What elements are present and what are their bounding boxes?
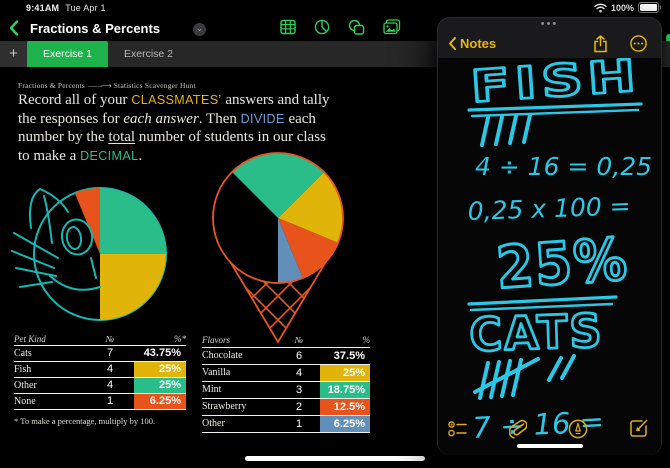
pie-slice-other [100, 188, 166, 254]
table-row: Other 4 25% [14, 377, 186, 393]
decimal-highlight: DECIMAL [80, 149, 138, 163]
slideover-drag-handle[interactable]: ••• [438, 19, 661, 29]
ipad-screen: 9:41AM Tue Apr 1 100% Fractions & Percent… [0, 0, 670, 468]
tab-exercise-1[interactable]: Exercise 1 [27, 41, 108, 67]
notes-back-button[interactable]: Notes [448, 36, 496, 51]
shapes-icon[interactable] [348, 19, 365, 35]
markup-pen-icon[interactable] [568, 419, 588, 439]
col-header: № [278, 334, 320, 347]
notes-slideover-panel: ••• Notes FISH [437, 17, 662, 455]
fish-tally-marks [482, 115, 530, 145]
panel-home-indicator[interactable] [517, 444, 583, 448]
note-result-25pct: 25% [494, 225, 630, 302]
classmates-highlight: CLASSMATES’ [131, 93, 221, 107]
divide-highlight: DIVIDE [241, 112, 285, 126]
col-header: № [86, 334, 134, 345]
col-header: Flavors [202, 334, 278, 347]
compose-icon[interactable] [629, 418, 649, 438]
result-underline [469, 297, 616, 304]
clock: 9:41AM [26, 3, 59, 13]
handwriting-ink: FISH 4 ÷ 16 = 0,25 0,25 x 100 = 25% CATS [438, 58, 661, 455]
flavors-table: Flavors № % Chocolate 6 37.5% Vanilla 4 … [202, 334, 370, 433]
table-row: Other 1 6.25% [202, 415, 370, 432]
table-row: Cats 7 43.75% [14, 345, 186, 361]
note-word-cats: CATS [468, 303, 604, 362]
battery-percent: 100% [611, 3, 634, 13]
pie-slice-none [75, 188, 100, 254]
fish-underline [469, 104, 641, 110]
chevron-left-icon [448, 37, 456, 50]
title-menu-chevron-icon[interactable]: ⌄ [193, 23, 206, 36]
wifi-icon [594, 3, 607, 13]
note-word-fish: FISH [469, 58, 642, 113]
cats-tally-marks [475, 356, 574, 398]
document-title[interactable]: Fractions & Percents [30, 21, 160, 36]
note-drawing-canvas[interactable]: FISH 4 ÷ 16 = 0,25 0,25 x 100 = 25% CATS [438, 58, 661, 455]
home-indicator[interactable] [245, 456, 425, 461]
media-icon[interactable] [383, 19, 401, 35]
table-row: Chocolate 6 37.5% [202, 347, 370, 364]
col-header: Pet Kind [14, 334, 86, 345]
col-header: %* [134, 334, 186, 345]
chart-icon[interactable] [314, 19, 330, 35]
share-icon[interactable] [593, 35, 608, 53]
back-icon[interactable] [9, 20, 19, 36]
table-row: Fish 4 25% [14, 361, 186, 377]
col-header: % [320, 334, 370, 347]
table-icon[interactable] [280, 19, 296, 35]
worksheet-breadcrumb: Fractions & Percents——⟶Statistics Scaven… [18, 81, 196, 90]
status-bar: 9:41AM Tue Apr 1 100% [0, 0, 670, 16]
battery-icon [638, 2, 662, 13]
note-math-line-2: 0,25 x 100 = [467, 191, 631, 226]
table-row: Strawberry 2 12.5% [202, 398, 370, 415]
table-row: None 1 6.25% [14, 393, 186, 409]
table-row: Vanilla 4 25% [202, 364, 370, 381]
more-options-icon[interactable] [630, 35, 647, 52]
date: Tue Apr 1 [65, 3, 106, 13]
note-math-line-1: 4 ÷ 16 = 0,25 [475, 152, 652, 181]
attachment-icon[interactable] [509, 418, 527, 439]
pet-pie-chart-cat [8, 182, 180, 327]
add-sheet-button[interactable]: + [0, 41, 27, 67]
pets-table: Pet Kind № %* Cats 7 43.75% Fish 4 25% O… [14, 334, 186, 410]
table-row: Mint 3 18.75% [202, 381, 370, 398]
table-footnote: * To make a percentage, multiply by 100. [14, 416, 155, 426]
tab-exercise-2[interactable]: Exercise 2 [108, 41, 189, 67]
flavor-pie-chart-icecream [205, 148, 351, 348]
pie-slice-fish [100, 254, 166, 320]
checklist-icon[interactable] [448, 420, 468, 438]
